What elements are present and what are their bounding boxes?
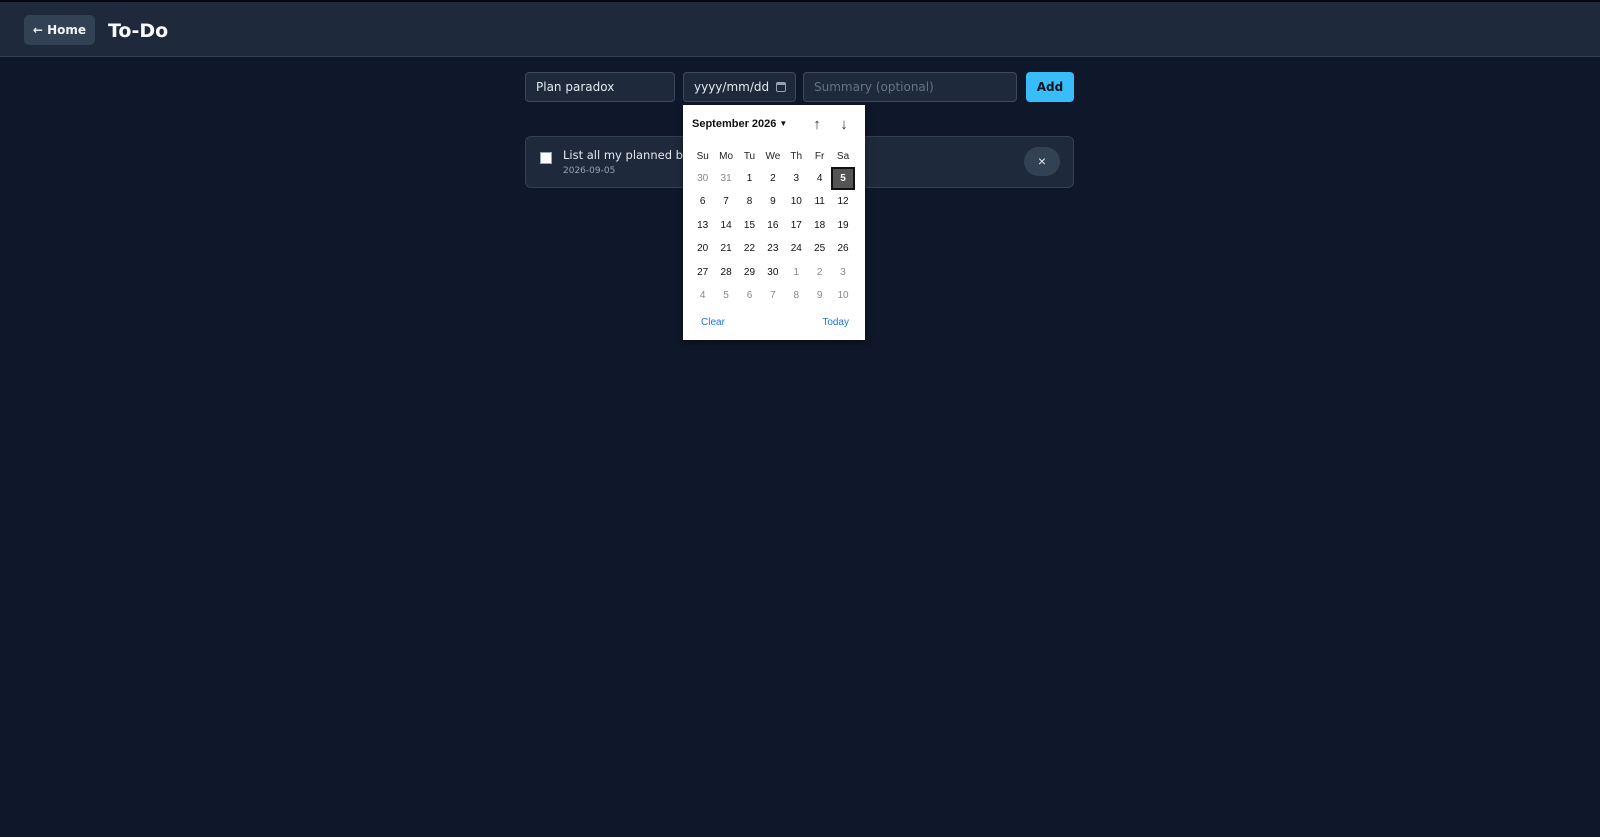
calendar-day[interactable]: 25: [808, 237, 831, 260]
calendar-day[interactable]: 20: [691, 237, 714, 260]
weekday-header: Mo: [719, 151, 734, 162]
calendar-footer: Clear Today: [683, 314, 865, 334]
arrow-up-icon[interactable]: ↑: [807, 115, 827, 135]
calendar-day-selected[interactable]: 5: [831, 167, 855, 191]
month-year-label: September 2026: [692, 118, 777, 130]
calendar-day[interactable]: 12: [831, 190, 854, 213]
calendar-day[interactable]: 30: [691, 167, 714, 190]
delete-todo-button[interactable]: ×: [1024, 147, 1060, 176]
calendar-day[interactable]: 15: [738, 214, 761, 237]
calendar-day[interactable]: 24: [785, 237, 808, 260]
todo-title-input[interactable]: [525, 72, 675, 102]
summary-input[interactable]: [803, 72, 1017, 102]
clear-button[interactable]: Clear: [701, 317, 725, 328]
calendar-day[interactable]: 23: [761, 237, 784, 260]
calendar-grid: Su Mo Tu We Th Fr Sa 30 31 1 2 3 4 5 6 7 8 9 10 11 12 13 14 15 1…: [691, 147, 855, 307]
calendar-day[interactable]: 10: [785, 190, 808, 213]
todo-date: 2026-09-05: [563, 166, 616, 176]
calendar-day[interactable]: 1: [785, 261, 808, 284]
arrow-down-icon[interactable]: ↓: [834, 115, 854, 135]
calendar-day[interactable]: 8: [785, 284, 808, 307]
calendar-icon[interactable]: [776, 82, 786, 92]
top-bar: ← Home To-Do: [0, 0, 1600, 57]
todo-checkbox[interactable]: [540, 152, 552, 164]
weekday-header: Th: [790, 151, 803, 162]
calendar-day[interactable]: 5: [714, 284, 737, 307]
weekday-header: Su: [696, 151, 709, 162]
caret-down-icon: ▼: [779, 119, 788, 128]
calendar-day[interactable]: 9: [761, 190, 784, 213]
calendar-day[interactable]: 28: [714, 261, 737, 284]
month-year-selector[interactable]: September 2026 ▼: [692, 118, 787, 130]
calendar-day[interactable]: 6: [691, 190, 714, 213]
calendar-day[interactable]: 4: [691, 284, 714, 307]
calendar-day[interactable]: 29: [738, 261, 761, 284]
calendar-day[interactable]: 16: [761, 214, 784, 237]
calendar-day[interactable]: 27: [691, 261, 714, 284]
calendar-day[interactable]: 26: [831, 237, 854, 260]
calendar-day[interactable]: 7: [714, 190, 737, 213]
calendar-day[interactable]: 3: [831, 261, 854, 284]
calendar-day[interactable]: 11: [808, 190, 831, 213]
today-button[interactable]: Today: [822, 317, 849, 328]
calendar-day[interactable]: 10: [831, 284, 854, 307]
calendar-day[interactable]: 8: [738, 190, 761, 213]
calendar-day[interactable]: 6: [738, 284, 761, 307]
calendar-day[interactable]: 30: [761, 261, 784, 284]
calendar-day[interactable]: 1: [738, 167, 761, 190]
page-title: To-Do: [108, 20, 169, 42]
due-date-input[interactable]: yyyy/mm/dd: [683, 72, 796, 102]
date-placeholder: yyyy/mm/dd: [694, 80, 770, 94]
calendar-day[interactable]: 7: [761, 284, 784, 307]
calendar-day[interactable]: 4: [808, 167, 831, 190]
home-button[interactable]: ← Home: [24, 15, 95, 45]
calendar-day[interactable]: 14: [714, 214, 737, 237]
calendar-day[interactable]: 3: [785, 167, 808, 190]
calendar-day[interactable]: 9: [808, 284, 831, 307]
calendar-day[interactable]: 2: [808, 261, 831, 284]
date-picker-popup: September 2026 ▼ ↑ ↓ Su Mo Tu We Th Fr Sa 30 31 1 2…: [683, 105, 865, 340]
calendar-day[interactable]: 13: [691, 214, 714, 237]
calendar-day[interactable]: 17: [785, 214, 808, 237]
calendar-day[interactable]: 22: [738, 237, 761, 260]
calendar-day[interactable]: 18: [808, 214, 831, 237]
calendar-day[interactable]: 2: [761, 167, 784, 190]
weekday-header: We: [765, 151, 781, 162]
calendar-day[interactable]: 21: [714, 237, 737, 260]
weekday-header: Tu: [743, 151, 756, 162]
calendar-day[interactable]: 31: [714, 167, 737, 190]
calendar-day[interactable]: 19: [831, 214, 854, 237]
weekday-header: Fr: [814, 151, 825, 162]
add-button[interactable]: Add: [1026, 72, 1074, 102]
weekday-header: Sa: [836, 151, 850, 162]
